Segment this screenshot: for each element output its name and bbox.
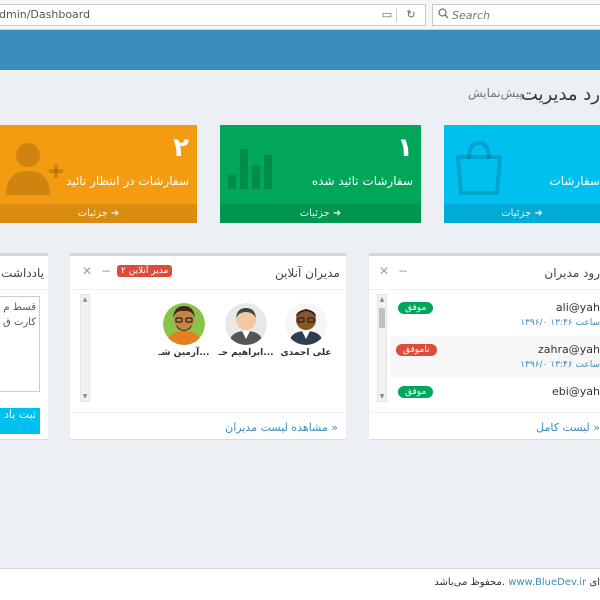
submit-note-button[interactable]: ثبت یاد [0, 408, 40, 434]
address-bar[interactable]: dmin/Dashboard ▭ ↻ [0, 4, 426, 26]
browser-search-box[interactable] [432, 4, 600, 26]
full-list-link[interactable]: لیست کامل » [536, 421, 600, 434]
footer-site-link[interactable]: www.BlueDev.ir [508, 577, 586, 588]
online-user[interactable]: ابراهیم حـ... [218, 303, 274, 358]
admin-avatar-icon [285, 303, 327, 345]
minimize-icon[interactable]: − [101, 264, 111, 278]
login-row: ali@yah ۱۳۹۶/۰ ساعت ۱۳:۴۶ موفق [390, 294, 600, 336]
arrow-circle-icon: ➜ [110, 208, 120, 219]
panel-divider [369, 412, 600, 413]
scroll-up-icon[interactable]: ▲ [81, 296, 89, 303]
online-user-name: علی احمدی [280, 348, 332, 358]
panel-divider [0, 289, 48, 290]
online-user-name: ابراهیم حـ... [218, 348, 274, 358]
panel-divider [70, 289, 346, 290]
address-url[interactable]: dmin/Dashboard [0, 8, 90, 21]
scroll-down-icon[interactable]: ▼ [81, 393, 89, 400]
stat-box-orders: سفارشات جزئیات ➜ [444, 125, 600, 223]
stat-label: سفارشات در انتظار تائید [65, 174, 189, 188]
close-icon[interactable]: ✕ [379, 264, 389, 278]
arrow-circle-icon: ➜ [332, 208, 342, 219]
page-subtitle: پیش‌نمایش [468, 86, 523, 100]
reload-icon[interactable]: ↻ [404, 8, 418, 22]
login-status-badge: موفق [398, 386, 434, 398]
online-user[interactable]: آرمین شـ... [156, 303, 212, 358]
login-row: zahra@yah ۱۳۹۶/۰ ساعت ۱۳:۴۶ ناموفق [390, 336, 600, 378]
login-row: ebi@yah موفق [390, 378, 600, 402]
online-user[interactable]: علی احمدی [278, 303, 334, 358]
bar-chart-icon [226, 143, 278, 195]
online-admins-title: مدیران آنلاین [275, 266, 340, 280]
stat-number: ۱ [397, 133, 413, 163]
arrow-circle-icon: ➜ [534, 208, 543, 219]
online-count-badge: ۲ مدیر آنلاین [117, 265, 173, 277]
logins-scrollbar[interactable]: ▲ ▼ [377, 294, 387, 402]
login-status-badge: ناموفق [396, 344, 437, 356]
scrollbar-thumb[interactable] [379, 308, 385, 328]
login-email: zahra@yah [538, 343, 600, 356]
login-email: ali@yah [555, 301, 600, 314]
minimize-icon[interactable]: − [398, 264, 408, 278]
login-time: ۱۳۹۶/۰ ساعت ۱۳:۴۶ [520, 318, 600, 328]
shopping-bag-icon [454, 137, 504, 201]
stat-box-confirmed-orders: ۱ سفارشات تائید شده جزئیات ➜ [220, 125, 421, 223]
users-scrollbar[interactable]: ▲ ▼ [80, 294, 90, 402]
search-icon [438, 8, 449, 22]
copyright-text: محفوظ می‌باشد. www.BlueDev.ir ای [434, 577, 600, 588]
stat-details-link[interactable]: جزئیات ➜ [444, 204, 600, 223]
stat-label: سفارشات تائید شده [311, 174, 413, 188]
admin-logins-panel: رود مدیران − ✕ ▲ ▼ ali@yah ۱۳۹۶/۰ ساعت ۱… [369, 253, 600, 439]
scroll-up-icon[interactable]: ▲ [378, 296, 386, 303]
login-email: ebi@yah [551, 385, 600, 398]
address-separator [396, 8, 397, 22]
close-icon[interactable]: ✕ [82, 264, 92, 278]
stat-details-link[interactable]: جزئیات ➜ [220, 204, 421, 223]
scroll-down-icon[interactable]: ▼ [378, 393, 386, 400]
notes-title: یادداشت [1, 266, 44, 280]
admin-avatar-icon [225, 303, 267, 345]
online-admins-panel: مدیران آنلاین ۲ مدیر آنلاین − ✕ ▲ ▼ علی … [70, 253, 346, 439]
add-user-icon [4, 139, 66, 201]
login-time: ۱۳۹۶/۰ ساعت ۱۳:۴۶ [520, 360, 600, 370]
search-input[interactable] [452, 8, 592, 23]
stat-box-pending-orders: ۲ سفارشات در انتظار تائید جزئیات ➜ [0, 125, 197, 223]
admin-avatar-icon [163, 303, 205, 345]
top-navbar [0, 30, 600, 70]
stat-label: سفارشات [549, 174, 600, 188]
stat-number: ۲ [173, 133, 189, 163]
online-user-name: آرمین شـ... [158, 348, 210, 358]
stat-details-link[interactable]: جزئیات ➜ [0, 204, 197, 223]
notes-textarea[interactable]: قسط م کارت ق [0, 296, 40, 392]
page-title: رد مدیریت [520, 84, 600, 105]
login-status-badge: موفق [398, 302, 434, 314]
notes-panel: یادداشت قسط م کارت ق ثبت یاد [0, 253, 48, 439]
panel-divider [369, 289, 600, 290]
browser-toolbar: dmin/Dashboard ▭ ↻ [0, 0, 600, 30]
view-admins-link[interactable]: مشاهده لیست مدیران » [225, 421, 338, 434]
panel-divider [70, 412, 346, 413]
page-footer: محفوظ می‌باشد. www.BlueDev.ir ای [0, 568, 600, 600]
admin-logins-title: رود مدیران [544, 266, 600, 280]
reader-view-icon[interactable]: ▭ [380, 8, 394, 22]
